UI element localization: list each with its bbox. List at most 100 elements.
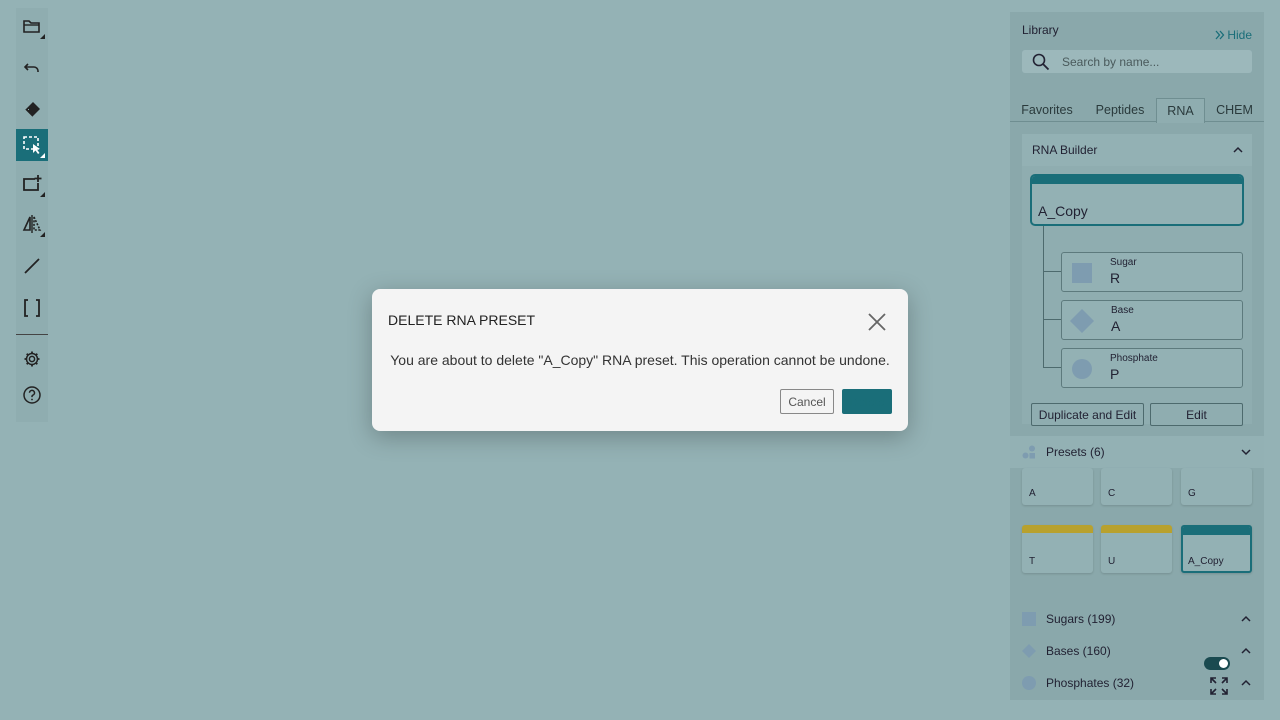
circle-icon (1022, 676, 1036, 690)
chevron-up-icon (1233, 146, 1243, 153)
flip-icon (22, 215, 42, 233)
component-title: Sugar (1110, 257, 1137, 268)
tree-line (1043, 319, 1061, 320)
chevron-down-icon (1241, 449, 1251, 456)
preset-label: U (1108, 556, 1116, 567)
component-value: R (1110, 270, 1121, 286)
chevron-up-icon (1241, 679, 1251, 686)
preset-color-bar (1032, 176, 1242, 184)
selection-icon (23, 136, 40, 154)
preset-g[interactable]: G (1181, 468, 1252, 505)
preset-a[interactable]: A (1022, 468, 1093, 505)
close-icon[interactable] (866, 311, 888, 333)
brackets-icon (24, 299, 40, 317)
preset-label: A_Copy (1188, 556, 1224, 567)
preset-color-bar (1022, 525, 1093, 533)
component-title: Phosphate (1110, 353, 1158, 364)
presets-title: Presets (6) (1046, 445, 1105, 459)
layout-toggle[interactable] (1204, 657, 1230, 670)
preset-label: G (1188, 488, 1196, 499)
sugars-section[interactable]: Sugars (199) (1010, 603, 1264, 635)
open-file-icon (23, 20, 40, 33)
preset-color-bar (1101, 525, 1172, 533)
tab-favorites[interactable]: Favorites (1014, 98, 1080, 122)
rna-builder-title: RNA Builder (1032, 143, 1098, 157)
help-button[interactable] (16, 379, 48, 411)
preset-color-bar (1183, 527, 1250, 535)
delete-button[interactable]: Delete (842, 389, 892, 414)
eraser-icon (24, 102, 40, 118)
preset-a-copy[interactable]: A_Copy (1181, 525, 1252, 573)
dialog-title: DELETE RNA PRESET (388, 312, 536, 328)
hide-label: Hide (1227, 28, 1252, 42)
submenu-indicator (40, 192, 45, 197)
rna-builder-header[interactable]: RNA Builder (1022, 134, 1252, 166)
bond-line-icon (24, 258, 40, 274)
add-rectangle-icon (23, 175, 42, 191)
preset-label: C (1108, 488, 1116, 499)
chevron-up-icon (1241, 647, 1251, 654)
bases-label: Bases (160) (1046, 644, 1111, 658)
bond-line-button[interactable] (16, 250, 48, 282)
undo-icon (23, 63, 39, 72)
tree-line (1043, 226, 1044, 368)
preset-label: A (1029, 488, 1036, 499)
fullscreen-icon[interactable] (1209, 676, 1229, 696)
preset-t[interactable]: T (1022, 525, 1093, 573)
preset-label: T (1029, 556, 1036, 567)
search-input[interactable]: Search by name... (1062, 55, 1159, 69)
component-value: P (1110, 366, 1120, 382)
circle-icon (1072, 359, 1092, 379)
submenu-indicator (40, 153, 45, 158)
selection-button[interactable] (16, 129, 48, 161)
tab-peptides[interactable]: Peptides (1090, 98, 1150, 122)
submenu-indicator (40, 232, 45, 237)
toolbar-divider (16, 334, 48, 335)
tab-chem[interactable]: CHEM (1210, 98, 1259, 122)
undo-button[interactable] (16, 52, 48, 84)
tab-rna[interactable]: RNA (1156, 98, 1205, 123)
brackets-button[interactable] (16, 292, 48, 324)
library-panel: Library Hide Search by name... Favorites… (1010, 12, 1264, 700)
open-file-button[interactable] (16, 10, 48, 42)
sugar-component[interactable]: Sugar R (1061, 252, 1243, 292)
diamond-icon (1022, 644, 1036, 658)
search-icon (1032, 53, 1050, 70)
settings-icon (24, 351, 40, 367)
delete-preset-dialog: DELETE RNA PRESET You are about to delet… (372, 289, 908, 431)
base-component[interactable]: Base A (1061, 300, 1243, 340)
edit-button[interactable]: Edit (1150, 403, 1243, 426)
sugars-label: Sugars (199) (1046, 612, 1116, 626)
selected-preset-card[interactable]: A_Copy (1030, 174, 1244, 226)
diamond-icon (1070, 309, 1094, 333)
tree-line (1043, 367, 1061, 368)
cancel-button[interactable]: Cancel (780, 389, 834, 414)
eraser-button[interactable] (16, 94, 48, 126)
preset-name: A_Copy (1038, 203, 1088, 219)
settings-button[interactable] (16, 343, 48, 375)
double-chevron-right-icon (1215, 30, 1225, 40)
add-rectangle-button[interactable] (16, 168, 48, 200)
dialog-message: You are about to delete "A_Copy" RNA pre… (390, 352, 890, 368)
component-title: Base (1111, 305, 1134, 316)
hide-library-button[interactable]: Hide (1215, 28, 1252, 42)
chevron-up-icon (1241, 615, 1251, 622)
phosphate-component[interactable]: Phosphate P (1061, 348, 1243, 388)
library-title: Library (1022, 23, 1059, 37)
flip-button[interactable] (16, 208, 48, 240)
presets-grid: A C G T U A_Copy (1010, 468, 1264, 602)
preset-u[interactable]: U (1101, 525, 1172, 573)
submenu-indicator (40, 34, 45, 39)
phosphates-label: Phosphates (32) (1046, 676, 1135, 690)
tree-line (1043, 271, 1061, 272)
library-tabs: Favorites Peptides RNA CHEM (1010, 98, 1264, 123)
square-icon (1072, 263, 1092, 283)
presets-header[interactable]: Presets (6) (1010, 436, 1264, 468)
preset-c[interactable]: C (1101, 468, 1172, 505)
help-icon (23, 386, 41, 404)
square-icon (1022, 612, 1036, 626)
library-search[interactable]: Search by name... (1022, 50, 1252, 73)
presets-icon (1022, 445, 1035, 459)
component-value: A (1111, 318, 1121, 334)
duplicate-and-edit-button[interactable]: Duplicate and Edit (1031, 403, 1144, 426)
